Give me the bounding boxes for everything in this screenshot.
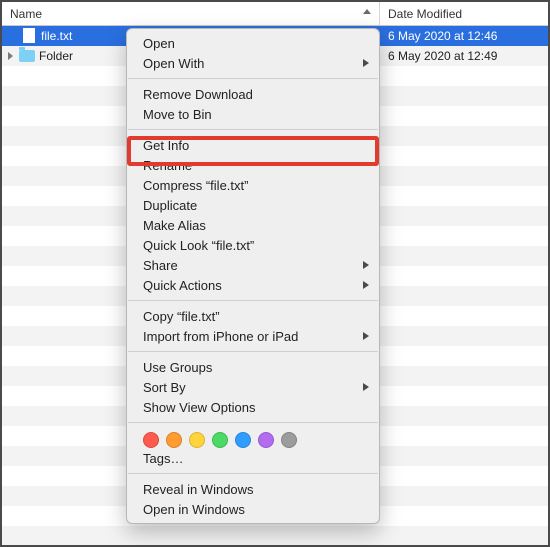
menu-share-label: Share — [143, 258, 178, 273]
menu-open-label: Open — [143, 36, 175, 51]
menu-separator — [128, 300, 378, 301]
menu-separator — [128, 129, 378, 130]
menu-sort-by-label: Sort By — [143, 380, 186, 395]
menu-reveal-in-windows[interactable]: Reveal in Windows — [127, 479, 379, 499]
menu-duplicate[interactable]: Duplicate — [127, 195, 379, 215]
menu-import[interactable]: Import from iPhone or iPad — [127, 326, 379, 346]
menu-compress-label: Compress “file.txt” — [143, 178, 248, 193]
disclosure-spacer — [8, 32, 17, 40]
menu-open-in-label: Open in Windows — [143, 502, 245, 517]
menu-reveal-label: Reveal in Windows — [143, 482, 254, 497]
menu-open-with[interactable]: Open With — [127, 53, 379, 73]
disclosure-triangle-icon[interactable] — [8, 52, 13, 60]
menu-sort-by[interactable]: Sort By — [127, 377, 379, 397]
menu-rename-label: Rename — [143, 158, 192, 173]
menu-separator — [128, 351, 378, 352]
file-name-label: file.txt — [41, 29, 72, 43]
column-header-row: Name Date Modified — [2, 2, 548, 26]
tag-purple-icon[interactable] — [258, 432, 274, 448]
finder-window: Name Date Modified file.txt 6 May 2020 a… — [0, 0, 550, 547]
menu-use-groups[interactable]: Use Groups — [127, 357, 379, 377]
menu-quick-look-label: Quick Look “file.txt” — [143, 238, 254, 253]
menu-tags-label: Tags… — [143, 451, 183, 466]
menu-compress[interactable]: Compress “file.txt” — [127, 175, 379, 195]
menu-separator — [128, 473, 378, 474]
menu-show-view-options[interactable]: Show View Options — [127, 397, 379, 417]
text-file-icon — [23, 28, 37, 44]
menu-duplicate-label: Duplicate — [143, 198, 197, 213]
menu-import-label: Import from iPhone or iPad — [143, 329, 298, 344]
menu-remove-download[interactable]: Remove Download — [127, 84, 379, 104]
menu-move-to-bin-label: Move to Bin — [143, 107, 212, 122]
menu-quick-look[interactable]: Quick Look “file.txt” — [127, 235, 379, 255]
column-header-name-label: Name — [10, 7, 42, 21]
menu-copy-label: Copy “file.txt” — [143, 309, 220, 324]
tag-yellow-icon[interactable] — [189, 432, 205, 448]
menu-get-info-label: Get Info — [143, 138, 189, 153]
column-header-name[interactable]: Name — [2, 2, 380, 25]
tag-red-icon[interactable] — [143, 432, 159, 448]
menu-show-view-options-label: Show View Options — [143, 400, 256, 415]
menu-share[interactable]: Share — [127, 255, 379, 275]
menu-tags[interactable]: Tags… — [127, 448, 379, 468]
menu-get-info[interactable]: Get Info — [127, 135, 379, 155]
menu-use-groups-label: Use Groups — [143, 360, 212, 375]
menu-quick-actions[interactable]: Quick Actions — [127, 275, 379, 295]
empty-row — [2, 526, 548, 546]
menu-open-with-label: Open With — [143, 56, 204, 71]
column-header-date[interactable]: Date Modified — [380, 2, 548, 25]
menu-rename[interactable]: Rename — [127, 155, 379, 175]
menu-separator — [128, 422, 378, 423]
menu-make-alias-label: Make Alias — [143, 218, 206, 233]
menu-quick-actions-label: Quick Actions — [143, 278, 222, 293]
menu-make-alias[interactable]: Make Alias — [127, 215, 379, 235]
sort-ascending-icon — [363, 9, 371, 14]
context-menu: Open Open With Remove Download Move to B… — [126, 28, 380, 524]
menu-remove-download-label: Remove Download — [143, 87, 253, 102]
folder-date-label: 6 May 2020 at 12:49 — [380, 49, 548, 63]
tag-green-icon[interactable] — [212, 432, 228, 448]
file-date-label: 6 May 2020 at 12:46 — [380, 29, 548, 43]
folder-icon — [19, 50, 35, 62]
column-header-date-label: Date Modified — [388, 7, 462, 21]
menu-open-in-windows[interactable]: Open in Windows — [127, 499, 379, 519]
menu-separator — [128, 78, 378, 79]
tag-blue-icon[interactable] — [235, 432, 251, 448]
folder-name-label: Folder — [39, 49, 73, 63]
menu-tags-colors — [127, 428, 379, 448]
menu-move-to-bin[interactable]: Move to Bin — [127, 104, 379, 124]
menu-copy[interactable]: Copy “file.txt” — [127, 306, 379, 326]
tag-orange-icon[interactable] — [166, 432, 182, 448]
menu-open[interactable]: Open — [127, 33, 379, 53]
tag-gray-icon[interactable] — [281, 432, 297, 448]
